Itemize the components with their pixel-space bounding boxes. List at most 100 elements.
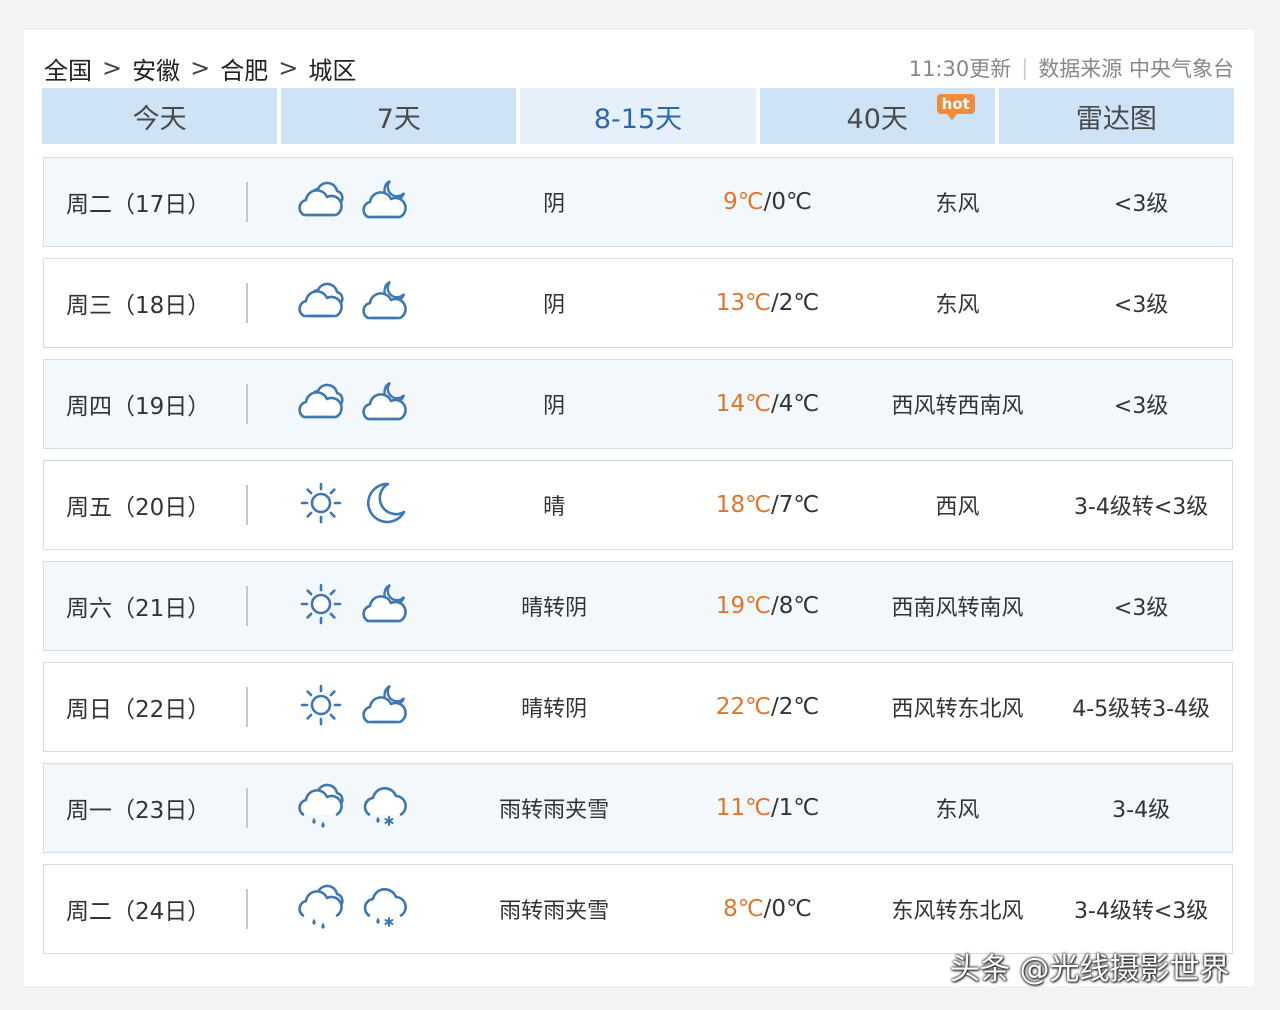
forecast-wind: 西南风转南风 [891,596,1024,621]
temp-low: 1℃ [778,795,820,821]
tab-radar[interactable]: 雷达图 [998,88,1235,144]
forecast-wind-level: <3级 [1113,192,1169,217]
cloudy-icon [296,377,346,431]
sun-icon [296,579,346,633]
cloud-moon-icon [360,276,410,330]
forecast-wind: 西风转东北风 [891,697,1024,722]
meta-divider: | [1021,56,1029,80]
weather-icons [248,579,418,633]
forecast-day: 周六（21日） [66,596,211,622]
temp-low: 0℃ [771,896,812,922]
forecast-condition: 晴 [543,495,566,520]
forecast-tabs: 今天 7天 8-15天 40天 hot 雷达图 [42,88,1235,144]
rain-icon [296,882,346,936]
forecast-wind-level: <3级 [1113,394,1169,419]
forecast-wind: 西风转西南风 [891,394,1024,419]
temp-low: 8℃ [778,593,820,619]
cloud-moon-icon [360,175,410,229]
temp-high: 8℃ [723,896,764,922]
forecast-condition: 阴 [543,394,566,419]
forecast-row: 周三（18日） 阴 13℃/2℃ 东风 <3级 [43,258,1233,348]
forecast-temperature: 14℃/4℃ [715,391,820,417]
sleet-icon [360,882,410,936]
forecast-day: 周五（20日） [66,495,211,521]
update-info: 11:30更新 | 数据来源 中央气象台 [909,53,1234,83]
cloud-moon-icon [360,579,410,633]
forecast-row: 周二（17日） 阴 9℃/0℃ 东风 <3级 [43,157,1233,247]
forecast-day: 周一（23日） [66,798,211,824]
forecast-row: 周四（19日） 阴 14℃/4℃ 西风转西南风 <3级 [43,359,1233,449]
forecast-wind-level: 3-4级转<3级 [1073,899,1209,924]
breadcrumb-item-city[interactable]: 合肥 [220,51,268,86]
forecast-row: 周一（23日） 雨转雨夹雪 11℃/1℃ 东风 3-4级 [43,763,1233,853]
forecast-list: 周二（17日） 阴 9℃/0℃ 东风 <3级 周三（18日） 阴 13℃/2℃ … [43,157,1233,965]
hot-badge: hot [936,94,975,120]
cloudy-icon [296,175,346,229]
temp-low: 7℃ [778,492,820,518]
tab-today[interactable]: 今天 [42,88,278,144]
forecast-condition: 雨转雨夹雪 [499,899,610,924]
forecast-temperature: 18℃/7℃ [715,492,820,518]
forecast-row: 周日（22日） 晴转阴 22℃/2℃ 西风转东北风 4-5级转3-4级 [43,662,1233,752]
forecast-temperature: 8℃/0℃ [723,896,812,922]
forecast-temperature: 19℃/8℃ [715,593,820,619]
temp-high: 13℃ [715,290,771,316]
weather-card: 全国 > 安徽 > 合肥 > 城区 11:30更新 | 数据来源 中央气象台 今… [24,30,1254,986]
forecast-wind: 西风 [935,495,980,520]
temp-high: 18℃ [715,492,771,518]
weather-icons [248,377,418,431]
forecast-temperature: 9℃/0℃ [723,189,812,215]
data-source: 数据来源 中央气象台 [1038,57,1234,81]
forecast-wind-level: 4-5级转3-4级 [1072,697,1211,722]
weather-icons [248,276,418,330]
forecast-day: 周日（22日） [66,697,211,723]
forecast-wind-level: <3级 [1113,596,1169,621]
weather-icons [248,175,418,229]
temp-low: 0℃ [771,189,812,215]
forecast-day: 周三（18日） [66,293,211,319]
forecast-wind: 东风 [935,798,980,823]
tab-40-days[interactable]: 40天 hot [759,88,995,144]
forecast-condition: 晴转阴 [521,697,588,722]
weather-icons [248,882,418,936]
temp-low: 2℃ [778,694,820,720]
forecast-day: 周四（19日） [66,394,211,420]
breadcrumb-item-province[interactable]: 安徽 [132,51,180,86]
forecast-row: 周二（24日） 雨转雨夹雪 8℃/0℃ 东风转东北风 3-4级转<3级 [43,864,1233,954]
forecast-wind: 东风 [935,192,980,217]
temp-high: 14℃ [715,391,771,417]
watermark: 头条 @光线摄影世界 [950,952,1230,987]
forecast-row: 周六（21日） 晴转阴 19℃/8℃ 西南风转南风 <3级 [43,561,1233,651]
sun-icon [296,680,346,734]
forecast-condition: 晴转阴 [521,596,588,621]
cloud-moon-icon [360,680,410,734]
forecast-condition: 雨转雨夹雪 [499,798,610,823]
weather-icons [248,680,418,734]
temp-high: 22℃ [715,694,771,720]
tab-8-15-days[interactable]: 8-15天 [520,88,756,144]
breadcrumb-item-district: 城区 [308,56,357,85]
temp-low: 4℃ [778,391,820,417]
forecast-wind: 东风转东北风 [891,899,1024,924]
top-bar: 全国 > 安徽 > 合肥 > 城区 11:30更新 | 数据来源 中央气象台 [44,48,1234,88]
cloud-moon-icon [360,377,410,431]
tab-7-days[interactable]: 7天 [281,88,517,144]
forecast-wind-level: <3级 [1113,293,1169,318]
forecast-row: 周五（20日） 晴 18℃/7℃ 西风 3-4级转<3级 [43,460,1233,550]
forecast-wind: 东风 [935,293,980,318]
breadcrumb-item-national[interactable]: 全国 [44,51,92,86]
sun-icon [296,478,346,532]
forecast-temperature: 13℃/2℃ [715,290,820,316]
forecast-day: 周二（17日） [66,192,211,218]
forecast-wind-level: 3-4级 [1112,798,1171,823]
temp-high: 11℃ [715,795,771,821]
breadcrumb-separator: > [102,54,123,82]
weather-icons [248,781,418,835]
breadcrumb: 全国 > 安徽 > 合肥 > 城区 [44,51,356,86]
forecast-day: 周二（24日） [66,899,211,925]
weather-icons [248,478,418,532]
forecast-wind-level: 3-4级转<3级 [1073,495,1209,520]
breadcrumb-separator: > [190,54,211,82]
temp-high: 19℃ [715,593,771,619]
temp-high: 9℃ [723,189,764,215]
